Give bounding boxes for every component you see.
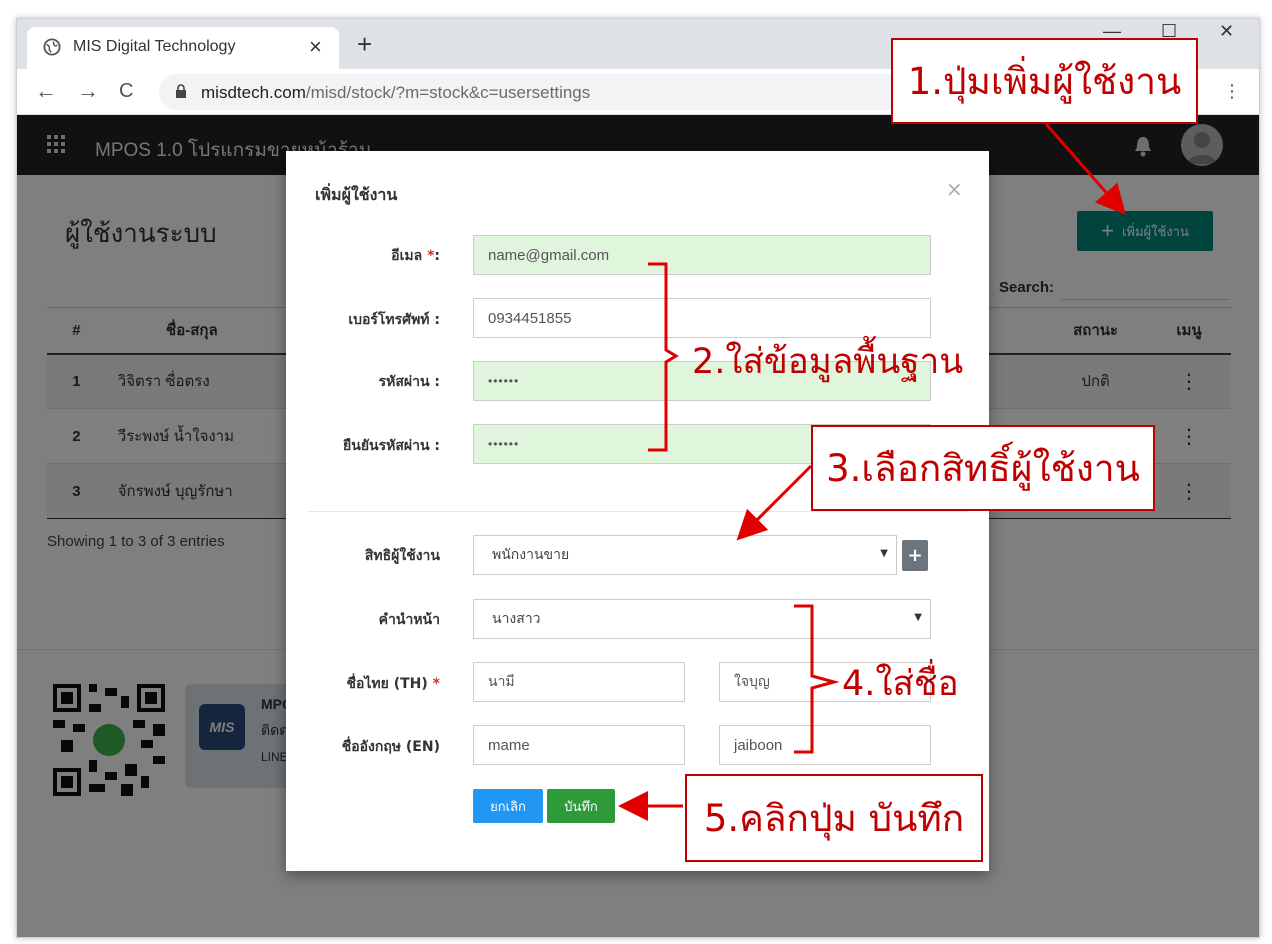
browser-tab[interactable]: MIS Digital Technology ×	[27, 27, 339, 69]
modal-title: เพิ่มผู้ใช้งาน	[315, 185, 398, 204]
tab-close-icon[interactable]: ×	[309, 34, 322, 60]
url-host: misdtech.com	[201, 83, 306, 102]
password-label: รหัสผ่าน :	[378, 374, 440, 390]
globe-icon	[43, 38, 61, 56]
email-label-colon: :	[434, 248, 440, 264]
phone-field[interactable]: 0934451855	[473, 298, 931, 338]
required-mark: *	[432, 676, 440, 692]
modal-divider	[308, 511, 968, 512]
first-name-en-field[interactable]: mame	[473, 725, 685, 765]
prefix-select-value: นางสาว	[492, 611, 541, 627]
address-bar[interactable]: misdtech.com/misd/stock/?m=stock&c=users…	[159, 74, 939, 110]
browser-menu-icon[interactable]: ⋮	[1223, 81, 1241, 102]
annotation-step5: 5.คลิกปุ่ม บันทึก	[685, 774, 983, 862]
email-label-text: อีเมล	[391, 248, 423, 264]
phone-label: เบอร์โทรศัพท์ :	[348, 312, 440, 328]
caret-down-icon: ▼	[914, 612, 922, 623]
modal-close-icon[interactable]: ×	[946, 177, 963, 201]
first-name-th-field[interactable]: นามี	[473, 662, 685, 702]
annotation-step3: 3.เลือกสิทธิ์ผู้ใช้งาน	[811, 425, 1155, 511]
forward-icon[interactable]: →	[77, 79, 99, 103]
name-th-label: ชื่อไทย (TH) *	[346, 673, 440, 695]
confirm-password-label: ยืนยันรหัสผ่าน :	[343, 438, 440, 454]
reload-icon[interactable]: C	[119, 79, 133, 103]
role-select-value: พนักงานขาย	[492, 547, 570, 563]
save-button[interactable]: บันทึก	[547, 789, 615, 823]
role-label: สิทธิผู้ใช้งาน	[364, 548, 440, 564]
last-name-en-field[interactable]: jaiboon	[719, 725, 931, 765]
url-text: misdtech.com/misd/stock/?m=stock&c=users…	[201, 83, 590, 103]
prefix-select[interactable]: นางสาว ▼	[473, 599, 931, 639]
add-user-modal: เพิ่มผู้ใช้งาน × อีเมล *: name@gmail.com…	[286, 151, 989, 871]
tab-title: MIS Digital Technology	[73, 38, 236, 55]
email-label: อีเมล *:	[391, 245, 440, 267]
window-close-icon[interactable]: ✕	[1219, 21, 1234, 42]
name-th-label-text: ชื่อไทย (TH)	[346, 676, 428, 692]
back-icon[interactable]: ←	[35, 79, 57, 103]
email-field[interactable]: name@gmail.com	[473, 235, 931, 275]
annotation-step1: 1.ปุ่มเพิ่มผู้ใช้งาน	[891, 38, 1198, 124]
lock-icon	[176, 84, 186, 98]
new-tab-icon[interactable]: +	[357, 31, 372, 57]
url-path: /misd/stock/?m=stock&c=usersettings	[305, 83, 591, 102]
annotation-step2: 2.ใส่ข้อมูลพื้นฐาน	[692, 342, 964, 382]
annotation-step4: 4.ใส่ชื่อ	[842, 664, 959, 704]
prefix-label: คำนำหน้า	[378, 612, 440, 628]
caret-down-icon: ▼	[880, 548, 888, 559]
cancel-button[interactable]: ยกเลิก	[473, 789, 543, 823]
add-role-button[interactable]: +	[902, 540, 928, 571]
name-en-label: ชื่ออังกฤษ (EN)	[341, 739, 440, 755]
role-select[interactable]: พนักงานขาย ▼	[473, 535, 897, 575]
